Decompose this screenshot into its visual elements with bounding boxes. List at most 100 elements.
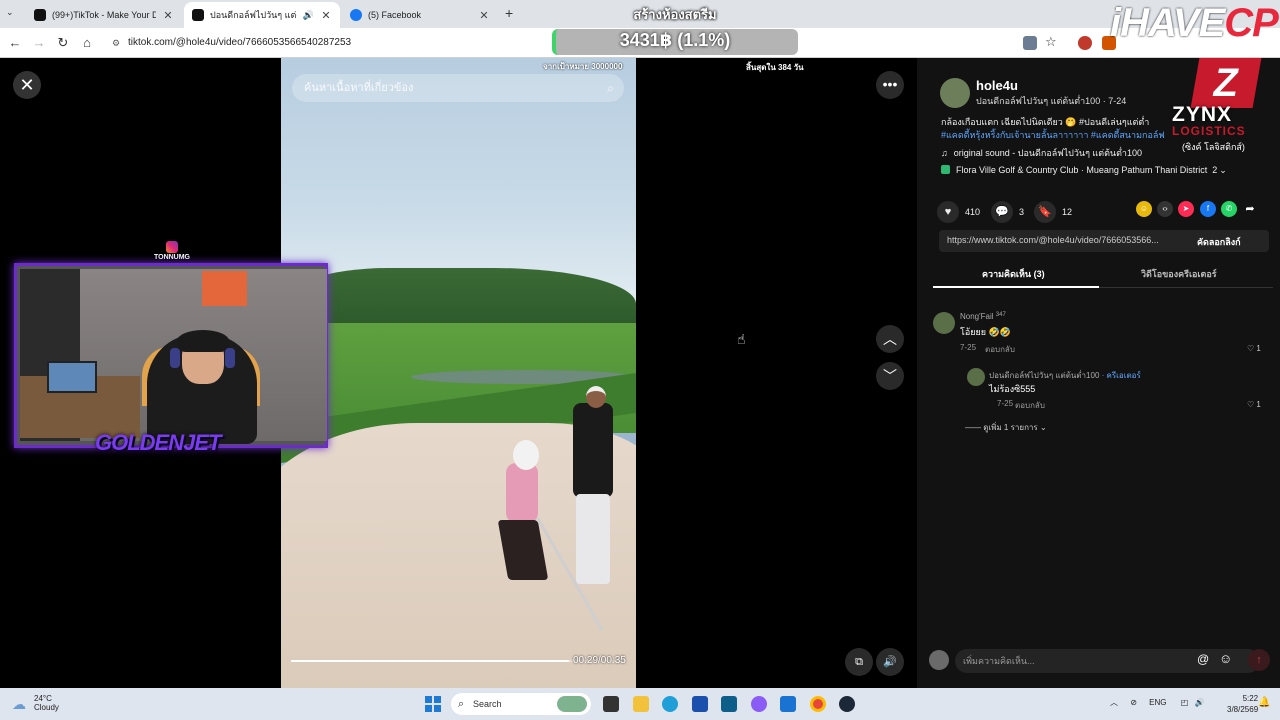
music-title: original sound - ปอนดีกอล์ฟไปวันๆ แต่ต้น… xyxy=(953,148,1142,158)
app-icon[interactable] xyxy=(692,696,708,712)
floating-player-icon[interactable]: ⧉ xyxy=(845,648,873,676)
location-link[interactable]: Flora Ville Golf & Country Club · Mueang… xyxy=(941,165,1227,176)
translate-icon[interactable] xyxy=(1023,36,1037,50)
comment-like[interactable]: ♡ 1 xyxy=(1247,344,1261,353)
webcam-monitor xyxy=(47,361,97,393)
close-video-button[interactable]: ✕ xyxy=(13,71,41,99)
whatsapp-share-icon[interactable]: ✆ xyxy=(1221,201,1237,217)
save-stat[interactable]: 🔖 12 xyxy=(1034,201,1072,223)
my-avatar xyxy=(929,650,949,670)
creator-avatar[interactable] xyxy=(967,368,985,386)
chrome-icon[interactable] xyxy=(810,696,826,712)
heart-outline-icon[interactable]: ♡ xyxy=(1247,400,1254,409)
save-count: 12 xyxy=(1062,207,1073,217)
edge-icon[interactable] xyxy=(662,696,678,712)
author-avatar[interactable] xyxy=(940,78,970,108)
tab-tiktok[interactable]: (99+)TikTok - Make Your Day ✕ xyxy=(26,2,182,28)
commenter-avatar[interactable] xyxy=(933,312,955,334)
post-hashtags[interactable]: #แคดดี้หรุ้งหริ้งกับเจ้านายลั้นลาาาาาา #… xyxy=(941,128,1181,142)
plus-icon[interactable]: + xyxy=(505,5,513,21)
steam-icon[interactable] xyxy=(839,696,855,712)
wifi-icon[interactable]: ◰ xyxy=(1181,698,1189,707)
mention-icon[interactable]: @ xyxy=(1197,652,1209,666)
comment-date: 7-25 xyxy=(960,343,977,352)
weather-desc: Cloudy xyxy=(34,703,59,712)
file-explorer-icon[interactable] xyxy=(633,696,649,712)
close-tab-icon[interactable]: ✕ xyxy=(320,9,332,22)
heart-icon[interactable]: ♥ xyxy=(937,201,959,223)
share-arrow-icon[interactable]: ➦ xyxy=(1242,201,1258,217)
task-view-icon[interactable] xyxy=(603,696,619,712)
close-tab-icon[interactable]: ✕ xyxy=(478,9,490,22)
previous-video-chevron-up-icon[interactable]: ︿ xyxy=(876,325,904,353)
chevron-down-icon[interactable]: ⌄ xyxy=(1219,165,1227,175)
chevron-up-icon[interactable]: ︿ xyxy=(1110,698,1118,707)
coin-share-icon[interactable]: ☺ xyxy=(1136,201,1152,217)
music-link[interactable]: ♫ original sound - ปอนดีกอล์ฟไปวันๆ แต่ต้… xyxy=(941,146,1142,160)
reply-button[interactable]: ตอบกลับ xyxy=(1015,399,1045,412)
site-info-icon[interactable]: ⚙ xyxy=(112,32,120,54)
search-highlight-icon xyxy=(557,696,587,712)
active-tab-indicator xyxy=(933,286,1099,288)
share-link-text[interactable]: https://www.tiktok.com/@hole4u/video/766… xyxy=(947,235,1187,245)
tab-tiktok-video-active[interactable]: ปอนดีกอล์ฟไปวันๆ แต่ต้นต่ำ100 🔊 ✕ xyxy=(184,2,340,28)
tab-facebook[interactable]: (5) Facebook ✕ xyxy=(342,2,498,28)
copy-link-button[interactable]: คัดลอกลิงก์ xyxy=(1197,235,1241,249)
comment-stat[interactable]: 💬 3 xyxy=(991,201,1024,223)
windows-start-icon[interactable] xyxy=(425,696,441,712)
back-arrow-icon[interactable]: ← xyxy=(6,34,24,52)
speaker-icon[interactable]: 🔊 xyxy=(303,10,314,21)
comment-like[interactable]: ♡ 1 xyxy=(1247,400,1261,409)
notification-bell-icon[interactable]: 🔔 xyxy=(1258,697,1270,708)
zynx-logo-mark: Z xyxy=(1190,58,1262,108)
share-link-box: https://www.tiktok.com/@hole4u/video/766… xyxy=(939,230,1269,252)
reload-icon[interactable]: ↻ xyxy=(54,34,72,52)
countdown-text: สิ้นสุดใน 384 วัน xyxy=(746,63,804,72)
emoji-icon[interactable]: ☺ xyxy=(1219,651,1232,666)
tab-creator-videos[interactable]: วิดีโอของครีเอเตอร์ xyxy=(1141,267,1217,281)
taskbar-search[interactable]: ⌕ Search xyxy=(451,693,591,715)
taskbar-clock[interactable]: 5:22 3/8/2569 xyxy=(1227,693,1258,715)
search-icon: ⌕ xyxy=(458,698,465,710)
more-options-icon[interactable]: ••• xyxy=(876,71,904,99)
network-icon[interactable]: ⊘ xyxy=(1130,698,1137,707)
send-share-icon[interactable]: ➤ xyxy=(1178,201,1194,217)
copilot-icon[interactable] xyxy=(751,696,767,712)
commenter-name[interactable]: Nong'Fail 347 xyxy=(960,312,1006,321)
send-comment-button[interactable]: ↑ xyxy=(1248,649,1270,671)
store-icon[interactable] xyxy=(721,696,737,712)
author-name[interactable]: hole4u xyxy=(976,78,1018,93)
extension-icon[interactable] xyxy=(1078,36,1092,50)
tiktok-favicon-icon xyxy=(192,9,204,21)
commenter-name[interactable]: ปอนดีกอล์ฟไปวันๆ แต่ต้นต่ำ100 · ครีเอเตอ… xyxy=(989,369,1141,382)
streamer-hair xyxy=(177,330,229,352)
related-search-input[interactable]: ค้นหาเนื้อหาที่เกี่ยวข้อง ⌕ xyxy=(292,74,624,102)
home-icon[interactable]: ⌂ xyxy=(78,34,96,52)
outlook-icon[interactable] xyxy=(780,696,796,712)
view-more-replies[interactable]: —— ดูเพิ่ม 1 รายการ ⌄ xyxy=(965,421,1047,434)
bookmark-icon[interactable]: 🔖 xyxy=(1034,201,1056,223)
video-progress-fill xyxy=(291,660,570,662)
video-player[interactable]: จากเป้าหมาย 3000000 ค้นหาเนื้อหาที่เกี่ย… xyxy=(281,58,636,688)
sound-icon[interactable]: 🔊 xyxy=(1195,698,1205,707)
reply-button[interactable]: ตอบกลับ xyxy=(985,343,1015,356)
facebook-share-icon[interactable]: f xyxy=(1200,201,1216,217)
forward-arrow-icon[interactable]: → xyxy=(30,34,48,52)
search-icon[interactable]: ⌕ xyxy=(607,74,614,102)
comment-icon[interactable]: 💬 xyxy=(991,201,1013,223)
tab-list-button[interactable]: ⌄ xyxy=(6,7,14,18)
volume-icon[interactable]: 🔊 xyxy=(876,648,904,676)
tab-comments[interactable]: ความคิดเห็น (3) xyxy=(982,267,1045,281)
like-stat[interactable]: ♥ 410 xyxy=(937,201,980,223)
comment-input[interactable]: เพิ่มความคิดเห็น... @ ☺ xyxy=(955,649,1260,673)
next-video-chevron-down-icon[interactable]: ﹀ xyxy=(876,362,904,390)
comment-text: โอ้ยยย 🤣🤣 xyxy=(960,327,1011,337)
clock-time: 5:22 xyxy=(1242,694,1259,703)
embed-icon[interactable]: ‹› xyxy=(1157,201,1173,217)
bookmark-star-icon[interactable]: ☆ xyxy=(1045,34,1057,50)
close-tab-icon[interactable]: ✕ xyxy=(162,9,174,22)
heart-outline-icon[interactable]: ♡ xyxy=(1247,344,1254,353)
weather-widget[interactable]: ☁ 24°C Cloudy xyxy=(12,694,59,712)
webcam-poster xyxy=(202,271,247,306)
language-indicator[interactable]: ENG xyxy=(1149,698,1166,707)
